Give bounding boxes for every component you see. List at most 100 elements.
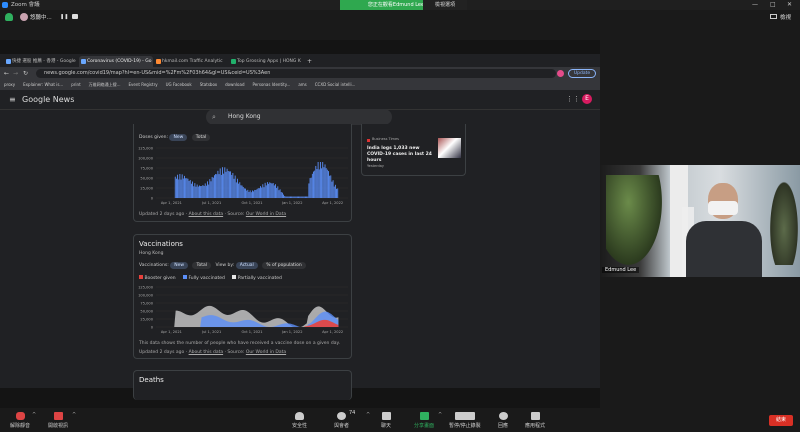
update-button[interactable]: Update — [568, 69, 596, 78]
meeting-toolbar: 解除靜音 ^ 開啟視訊 ^ 安全性 與會者 74 ^ 聊天 分享畫面 ^ 暫停/… — [0, 408, 800, 432]
participants-button[interactable]: 與會者 — [334, 412, 349, 429]
dose-bar — [219, 168, 221, 198]
deaths-title: Deaths — [139, 376, 164, 384]
vacc-about-link[interactable]: About this data — [189, 350, 224, 355]
bookmark-item[interactable]: print — [71, 80, 80, 90]
dose-bar — [298, 196, 299, 198]
forward-icon[interactable]: → — [13, 70, 18, 77]
reactions-button[interactable]: 回應 — [498, 412, 508, 429]
address-bar-row: ← → ↻ news.google.com/covid19/map?hl=en-… — [0, 67, 600, 80]
doses-about-link[interactable]: About this data — [189, 212, 224, 217]
dose-bar — [271, 183, 273, 198]
dose-bar — [208, 184, 210, 198]
maximize-button[interactable]: □ — [770, 0, 776, 10]
url-input[interactable]: news.google.com/covid19/map?hl=en-US&mid… — [36, 69, 556, 78]
bookmark-item[interactable]: ams — [298, 80, 306, 90]
bookmark-item[interactable]: Explainer: What is... — [23, 80, 63, 90]
unmute-button[interactable]: 解除靜音 — [10, 412, 30, 429]
x-tick-label: Oct 1, 2021 — [241, 330, 262, 334]
close-button[interactable]: ✕ — [787, 0, 792, 10]
y-tick-label: 125,000 — [138, 147, 154, 151]
face-mask — [708, 201, 738, 215]
pause-icon[interactable]: ❚❚ — [60, 14, 68, 20]
dose-bar — [301, 196, 303, 198]
vacc-source-label: Source: — [227, 350, 245, 355]
video-options-chevron-icon[interactable]: ^ — [72, 412, 76, 418]
bookmark-item[interactable]: Event Registry — [128, 80, 157, 90]
vaccinations-new-pill[interactable]: New — [170, 262, 189, 269]
dose-bar — [330, 175, 332, 198]
pause-stop-recording-button[interactable]: 暫停/停止錄製 — [449, 412, 481, 429]
reload-icon[interactable]: ↻ — [23, 70, 28, 77]
tab-top-grossing[interactable]: Top Grossing Apps | HONG K — [229, 56, 303, 67]
doses-new-pill[interactable]: New — [169, 134, 188, 141]
y-tick-label: 75,000 — [140, 302, 153, 306]
vacc-source-link[interactable]: Our World in Data — [246, 350, 286, 355]
google-news-logo[interactable]: Google News — [22, 95, 74, 104]
minimize-button[interactable]: — — [752, 0, 758, 10]
view-options-button[interactable]: 檢視選項 — [423, 0, 467, 10]
account-avatar[interactable]: E — [582, 94, 592, 104]
bookmark-item[interactable]: proxy — [4, 80, 15, 90]
view-mode-button[interactable]: 檢視 — [780, 13, 791, 21]
dose-bar — [200, 186, 202, 198]
dose-bar — [273, 185, 275, 198]
bookmark-item[interactable]: download — [225, 80, 244, 90]
bookmark-item[interactable]: CCXD Social intelli... — [315, 80, 356, 90]
actual-pill[interactable]: Actual — [235, 262, 258, 269]
news-card[interactable]: Business Times India logs 1,033 new COVI… — [361, 124, 466, 176]
participants-chevron-icon[interactable]: ^ — [366, 412, 370, 418]
start-video-button[interactable]: 開啟視訊 — [48, 412, 68, 429]
y-tick-label: 25,000 — [140, 187, 153, 191]
dose-bar — [252, 190, 253, 198]
vaccinations-controls: Vaccinations: New Total View by: Actual … — [139, 262, 309, 269]
participant-name: Edmund Lee — [602, 267, 640, 273]
vaccinations-chart: 125,000 100,000 75,000 50,000 25,000 0 Apr 1, … — [138, 286, 348, 334]
menu-icon[interactable]: ≡ — [9, 95, 16, 104]
back-icon[interactable]: ← — [4, 70, 9, 77]
percent-population-pill[interactable]: % of population — [262, 262, 306, 269]
dose-bar — [256, 189, 258, 198]
news-headline[interactable]: India logs 1,033 new COVID-19 cases in l… — [367, 146, 435, 164]
legend-partially: Partially vaccinated — [237, 276, 282, 281]
dose-bar — [235, 182, 237, 198]
end-meeting-button[interactable]: 結束 — [769, 415, 793, 426]
bookmark-item[interactable]: Statsbox — [200, 80, 217, 90]
dose-bar — [194, 183, 196, 198]
bookmark-item[interactable]: Personas Identity... — [252, 80, 290, 90]
tab-google-search[interactable]: 快捷 選股 推薦 - 香港 - Google — [4, 56, 78, 67]
deaths-card: Deaths — [133, 370, 352, 400]
stop-icon[interactable] — [72, 14, 78, 19]
dose-bar — [315, 165, 317, 198]
dose-bar — [202, 185, 204, 198]
dose-bar — [277, 186, 279, 198]
vaccinations-total-pill[interactable]: Total — [192, 262, 211, 269]
dose-bar — [318, 169, 320, 198]
dose-bar — [228, 171, 230, 198]
search-input[interactable]: ⌕ Hong Kong — [206, 109, 392, 125]
share-chevron-icon[interactable]: ^ — [438, 412, 442, 418]
chat-button[interactable]: 聊天 — [381, 412, 391, 429]
bookmark-item[interactable]: UG Facebook — [166, 80, 192, 90]
tab-coronavirus[interactable]: Coronavirus (COVID-19) - Go — [79, 56, 153, 67]
doses-source-link[interactable]: Our World in Data — [246, 212, 286, 217]
dose-bar — [250, 192, 252, 198]
dose-bar — [326, 169, 328, 198]
profile-avatar[interactable] — [557, 70, 564, 77]
legend-booster: Booster given — [144, 276, 176, 281]
share-screen-button[interactable]: 分享畫面 — [414, 412, 434, 429]
chat-label: 聊天 — [381, 423, 392, 429]
grid-view-icon[interactable] — [770, 14, 777, 19]
bookmark-item[interactable]: 万维网络通上搜... — [89, 80, 121, 90]
doses-total-pill[interactable]: Total — [191, 134, 211, 141]
dose-bar — [324, 164, 326, 198]
new-tab-button[interactable]: + — [307, 56, 312, 67]
apps-grid-icon[interactable]: ⋮⋮ — [566, 95, 580, 103]
apps-button[interactable]: 應用程式 — [525, 412, 545, 429]
audio-options-chevron-icon[interactable]: ^ — [32, 412, 36, 418]
security-button[interactable]: 安全性 — [292, 412, 307, 429]
shield-icon[interactable] — [5, 13, 13, 21]
dose-bar — [295, 196, 297, 198]
dose-bar — [201, 185, 203, 198]
tab-hkmail[interactable]: hkmail.com Traffic Analytic — [154, 56, 228, 67]
